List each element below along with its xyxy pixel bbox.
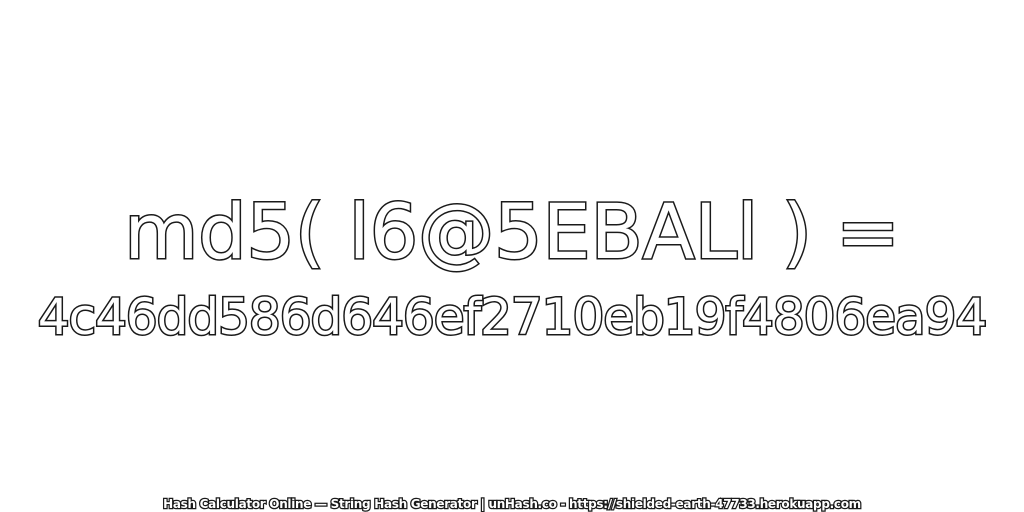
md5-hash-value: 4c46dd586d646ef2710eb19f4806ea94 — [36, 287, 989, 348]
md5-expression: md5( l6@5EBALl ) = — [123, 186, 902, 278]
footer-caption: Hash Calculator Online — String Hash Gen… — [162, 496, 863, 512]
